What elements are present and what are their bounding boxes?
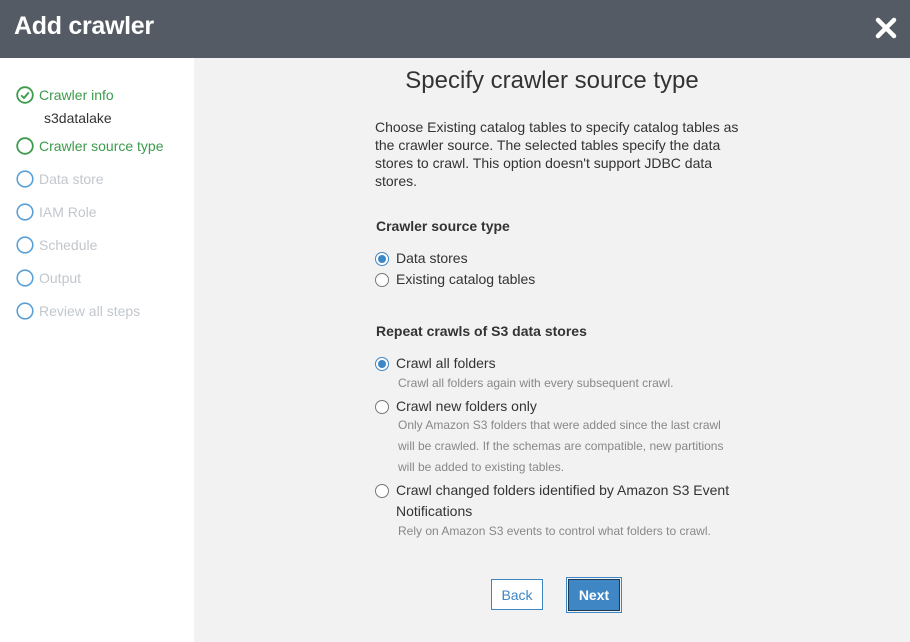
step-iam-role[interactable]: IAM Role	[16, 202, 97, 222]
step-review-all-steps[interactable]: Review all steps	[16, 301, 140, 321]
step-label: Data store	[39, 171, 104, 187]
circle-icon	[16, 302, 34, 320]
header: Add crawler	[0, 0, 910, 58]
step-crawler-info[interactable]: Crawler info	[16, 85, 114, 105]
step-crawler-source-type[interactable]: Crawler source type	[16, 136, 164, 156]
circle-icon	[16, 170, 34, 188]
step-label: IAM Role	[39, 204, 97, 220]
check-circle-icon	[16, 86, 34, 104]
radio-indicator[interactable]	[375, 400, 389, 414]
close-icon[interactable]	[873, 15, 899, 41]
description-text: Choose Existing catalog tables to specif…	[375, 119, 739, 189]
step-label: Schedule	[39, 237, 98, 253]
section-title: Specify crawler source type	[405, 67, 699, 94]
radio-label: Data stores	[396, 250, 468, 266]
step-crawler-info-value: s3datalake	[44, 110, 112, 126]
back-button[interactable]: Back	[491, 579, 543, 610]
next-button[interactable]: Next	[566, 577, 622, 613]
radio-selected-indicator[interactable]	[375, 252, 389, 266]
radio-existing-catalog-tables[interactable]: Existing catalog tables	[375, 271, 535, 290]
radio-label: Crawl new folders only	[396, 398, 537, 414]
radio-indicator[interactable]	[375, 484, 389, 498]
step-data-store[interactable]: Data store	[16, 169, 104, 189]
circle-icon	[16, 269, 34, 287]
step-schedule[interactable]: Schedule	[16, 235, 97, 255]
help-text: Only Amazon S3 folders that were added s…	[398, 418, 724, 474]
step-label: Crawler info	[39, 87, 114, 103]
page-title: Add crawler	[14, 12, 154, 40]
crawler-source-type-heading: Crawler source type	[376, 218, 510, 234]
step-label: Crawler source type	[39, 138, 164, 154]
wizard-steps-sidebar: Crawler info s3datalake Crawler source t…	[0, 58, 194, 642]
step-label: Output	[39, 270, 82, 286]
repeat-crawls-heading: Repeat crawls of S3 data stores	[376, 323, 587, 339]
radio-data-stores[interactable]: Data stores	[375, 250, 468, 269]
main-content: Specify crawler source type Choose Exist…	[194, 58, 910, 642]
step-output[interactable]: Output	[16, 268, 81, 288]
radio-label: Existing catalog tables	[396, 271, 536, 287]
circle-icon	[16, 137, 34, 155]
help-text: Rely on Amazon S3 events to control what…	[398, 524, 711, 538]
step-label: Review all steps	[39, 303, 141, 319]
radio-selected-indicator[interactable]	[375, 357, 389, 371]
radio-indicator[interactable]	[375, 273, 389, 287]
radio-label: Crawl changed folders identified by Amaz…	[396, 482, 730, 519]
circle-icon	[16, 236, 34, 254]
circle-icon	[16, 203, 34, 221]
radio-label: Crawl all folders	[396, 355, 496, 371]
radio-crawl-all-folders[interactable]: Crawl all folders	[375, 355, 496, 374]
radio-crawl-changed-folders[interactable]: Crawl changed folders identified by Amaz…	[375, 482, 735, 522]
help-text: Crawl all folders again with every subse…	[398, 376, 674, 390]
